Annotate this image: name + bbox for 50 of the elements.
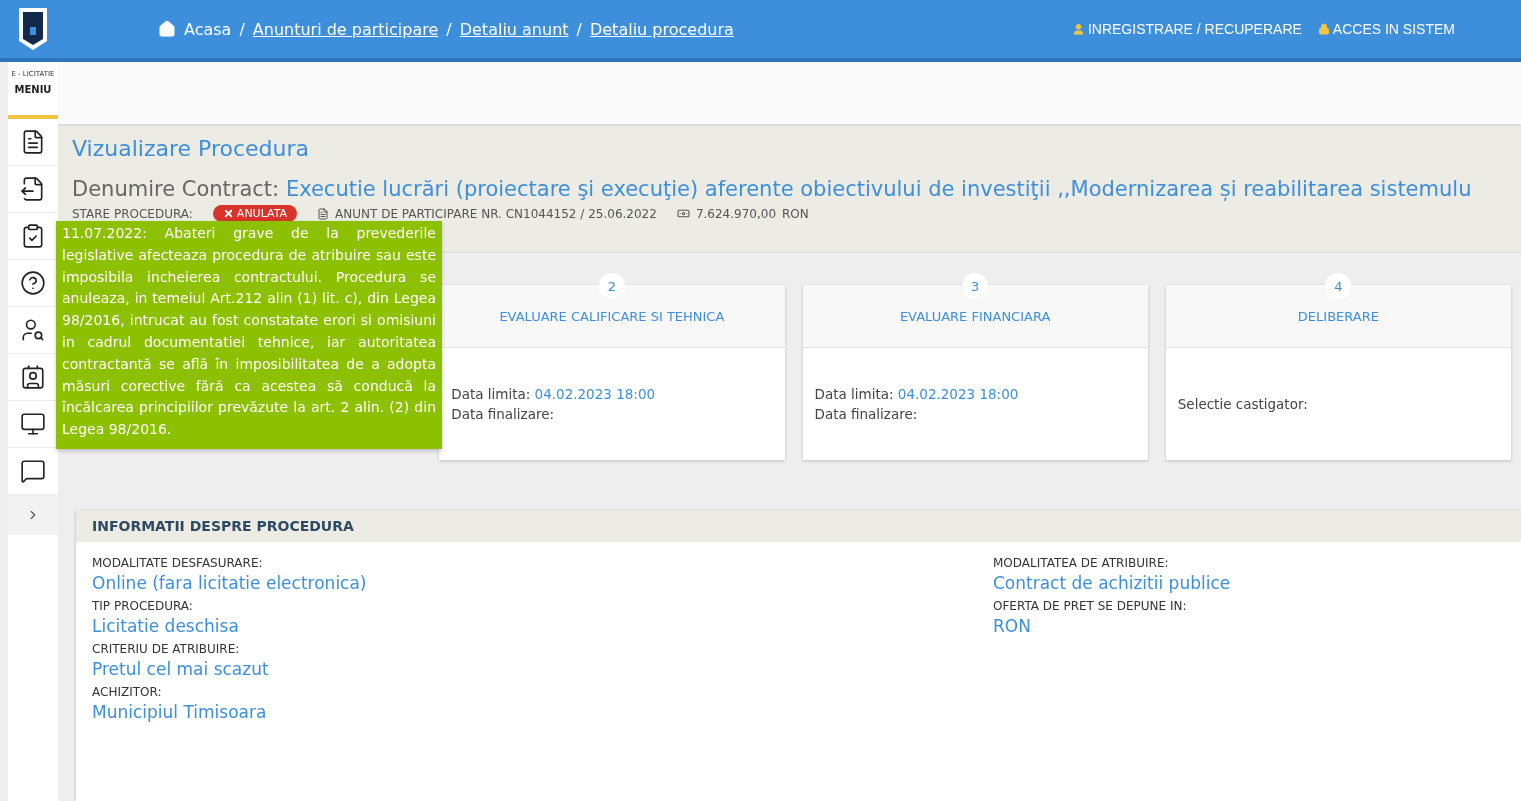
contract-name: Executie lucrări (proiectare şi execuţie) aferente obiectivului de investiţii ,,Modernizarea și reabilitarea sistemulu xyxy=(285,177,1472,201)
field-label: MODALITATEA DE ATRIBUIRE: xyxy=(993,556,1170,570)
menu-title: MENIU xyxy=(13,84,53,95)
money-icon xyxy=(676,207,690,220)
document-icon xyxy=(317,207,330,220)
person-search-icon xyxy=(20,317,46,343)
field-value: Municipiul Timisoara xyxy=(92,702,268,722)
breadcrumb-link[interactable]: Detaliu procedura xyxy=(589,19,734,39)
monitor-icon xyxy=(20,411,46,437)
chat-icon xyxy=(20,458,46,484)
field-label: MODALITATE DESFASURARE: xyxy=(92,556,264,570)
step-detail: Data finalizare: xyxy=(814,405,919,424)
field-value: Contract de achizitii publice xyxy=(993,573,1232,593)
step-number: 4 xyxy=(1325,273,1352,299)
step-detail: Data limita: 04.02.2023 18:00 xyxy=(451,385,657,404)
crest-logo-icon xyxy=(18,7,48,51)
help-icon xyxy=(20,270,46,296)
register-link[interactable]: INREGISTRARE / RECUPERARE xyxy=(1071,21,1302,37)
field-value: RON xyxy=(993,616,1032,636)
estimated-value: 7.624.970,00 xyxy=(695,206,777,221)
field-value: Licitatie deschisa xyxy=(92,616,240,636)
field-label: CRITERIU DE ATRIBUIRE: xyxy=(92,642,241,656)
home-link[interactable]: Acasa xyxy=(184,19,232,39)
step-detail: Selectie castigator: xyxy=(1177,395,1309,414)
announcement-number: ANUNT DE PARTICIPARE NR. CN1044152 / 25.06.2022 xyxy=(335,206,657,221)
step-number: 2 xyxy=(598,273,625,299)
step-detail: Data finalizare: xyxy=(451,405,556,424)
breadcrumb-separator: / xyxy=(576,19,582,39)
id-card-icon xyxy=(20,364,46,390)
breadcrumb-separator: / xyxy=(446,19,452,39)
info-panel-title: INFORMATII DESPRE PROCEDURA xyxy=(76,510,1521,542)
cancellation-tooltip: 11.07.2022: Abateri grave de la prevederile legislative afecteaza procedura de atribuire sau este imposibila incheierea contractului. Procedura se anuleaza, in temeiul Art.212 alin (1) lit. c), din Legea 98/2016, intrucat au fost constatate erori si omisiuni in cadrul documentatiei tehnice, iar autoritatea contractantă se află în imposibilitatea de a adopta măsuri corective fără ca acestea să conducă la încălcarea principiilor prevăzute la art. 2 alin. (2) din Legea 98/2016. xyxy=(56,221,442,449)
login-link[interactable]: ACCES IN SISTEM xyxy=(1317,21,1455,37)
home-icon[interactable] xyxy=(158,20,176,38)
breadcrumb-separator: / xyxy=(239,19,245,39)
breadcrumb-link[interactable]: Detaliu anunt xyxy=(459,19,569,39)
lock-icon xyxy=(1317,23,1330,35)
page-title: Vizualizare Procedura xyxy=(72,136,310,161)
currency: RON xyxy=(782,206,809,221)
user-icon xyxy=(1071,22,1085,36)
field-label: TIP PROCEDURA: xyxy=(92,599,194,613)
step-number: 3 xyxy=(962,273,989,299)
field-label: OFERTA DE PRET SE DEPUNE IN: xyxy=(993,599,1188,613)
breadcrumb-link[interactable]: Anunturi de participare xyxy=(252,19,439,39)
field-value: Online (fara licitatie electronica) xyxy=(92,573,368,593)
field-label: ACHIZITOR: xyxy=(92,685,163,699)
contract-label: Denumire Contract: xyxy=(72,177,280,201)
field-value: Pretul cel mai scazut xyxy=(92,659,270,679)
status-label: STARE PROCEDURA: xyxy=(72,206,193,221)
step-detail: Data limita: 04.02.2023 18:00 xyxy=(814,385,1020,404)
